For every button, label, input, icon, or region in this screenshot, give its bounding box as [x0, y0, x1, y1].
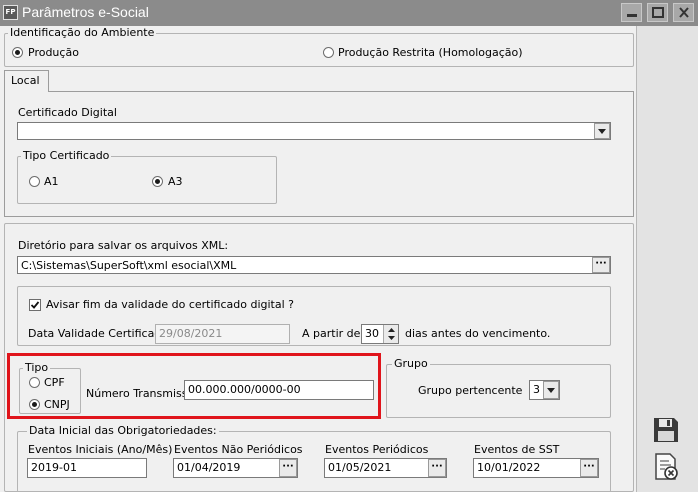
minimize-button[interactable]: [621, 3, 642, 22]
app-icon: FP: [3, 5, 18, 20]
maximize-icon: [652, 7, 664, 18]
certificado-label: Certificado Digital: [18, 106, 117, 119]
radio-a1-label: A1: [44, 175, 59, 188]
tipo-certificado-legend: Tipo Certificado: [21, 149, 112, 162]
grupo-pertencente-label: Grupo pertencente: [418, 384, 523, 397]
radio-a1[interactable]: [29, 176, 40, 187]
stepper-arrows-icon: [388, 328, 395, 340]
radio-a3[interactable]: [152, 176, 163, 187]
minimize-icon: [627, 14, 637, 17]
avisar-validade-checkbox[interactable]: [29, 299, 41, 311]
floppy-disk-icon: [654, 418, 678, 442]
checkmark-icon: [30, 301, 40, 309]
eventos-periodicos-label: Eventos Periódicos: [325, 443, 429, 456]
data-inicial-legend: Data Inicial das Obrigatoriedades:: [27, 424, 219, 437]
data-validade-label: Data Validade Certificado: [28, 327, 169, 340]
eventos-sst-calendar-button[interactable]: ···: [580, 459, 598, 477]
save-button[interactable]: [652, 416, 680, 444]
cancel-document-icon: [655, 453, 678, 480]
grupo-legend: Grupo: [392, 357, 430, 370]
radio-producao-restrita-label: Produção Restrita (Homologação): [338, 46, 523, 59]
close-icon: [679, 7, 689, 18]
data-validade-input[interactable]: 29/08/2021: [155, 324, 290, 344]
chevron-down-icon: [547, 388, 555, 393]
radio-producao-restrita[interactable]: [323, 47, 334, 58]
dias-stepper[interactable]: [383, 325, 398, 343]
diretorio-label: Diretório para salvar os arquivos XML:: [18, 239, 229, 252]
grupo-dropdown-button[interactable]: [543, 381, 559, 399]
a-partir-de-label: A partir de: [302, 327, 361, 340]
avisar-validade-label: Avisar fim da validade do certificado di…: [46, 298, 294, 311]
radio-producao-label: Produção: [28, 46, 79, 59]
tab-local-label: Local: [11, 74, 40, 87]
window-title: Parâmetros e-Social: [22, 4, 149, 20]
diretorio-input[interactable]: C:\Sistemas\SuperSoft\xml esocial\XML: [17, 256, 611, 274]
close-button[interactable]: [673, 3, 694, 22]
ambiente-legend: Identificação do Ambiente: [8, 26, 157, 39]
eventos-sst-label: Eventos de SST: [474, 443, 560, 456]
eventos-periodicos-calendar-button[interactable]: ···: [428, 459, 446, 477]
chevron-down-icon: [598, 129, 606, 134]
tab-local[interactable]: Local: [4, 70, 49, 92]
diretorio-browse-button[interactable]: ···: [592, 257, 610, 273]
radio-a3-label: A3: [168, 175, 183, 188]
certificado-select[interactable]: [17, 122, 611, 140]
cancel-button[interactable]: [652, 452, 680, 482]
title-bar: FP Parâmetros e-Social: [0, 0, 698, 26]
eventos-iniciais-input[interactable]: 2019-01: [27, 458, 147, 478]
eventos-nao-periodicos-label: Eventos Não Periódicos: [174, 443, 303, 456]
highlight-box: [7, 353, 381, 419]
maximize-button[interactable]: [647, 3, 668, 22]
dias-suffix-label: dias antes do vencimento.: [405, 327, 551, 340]
eventos-nao-periodicos-calendar-button[interactable]: ···: [279, 459, 297, 477]
certificado-dropdown-button[interactable]: [594, 123, 610, 139]
radio-producao[interactable]: [12, 47, 23, 58]
eventos-iniciais-label: Eventos Iniciais (Ano/Mês): [28, 443, 173, 456]
